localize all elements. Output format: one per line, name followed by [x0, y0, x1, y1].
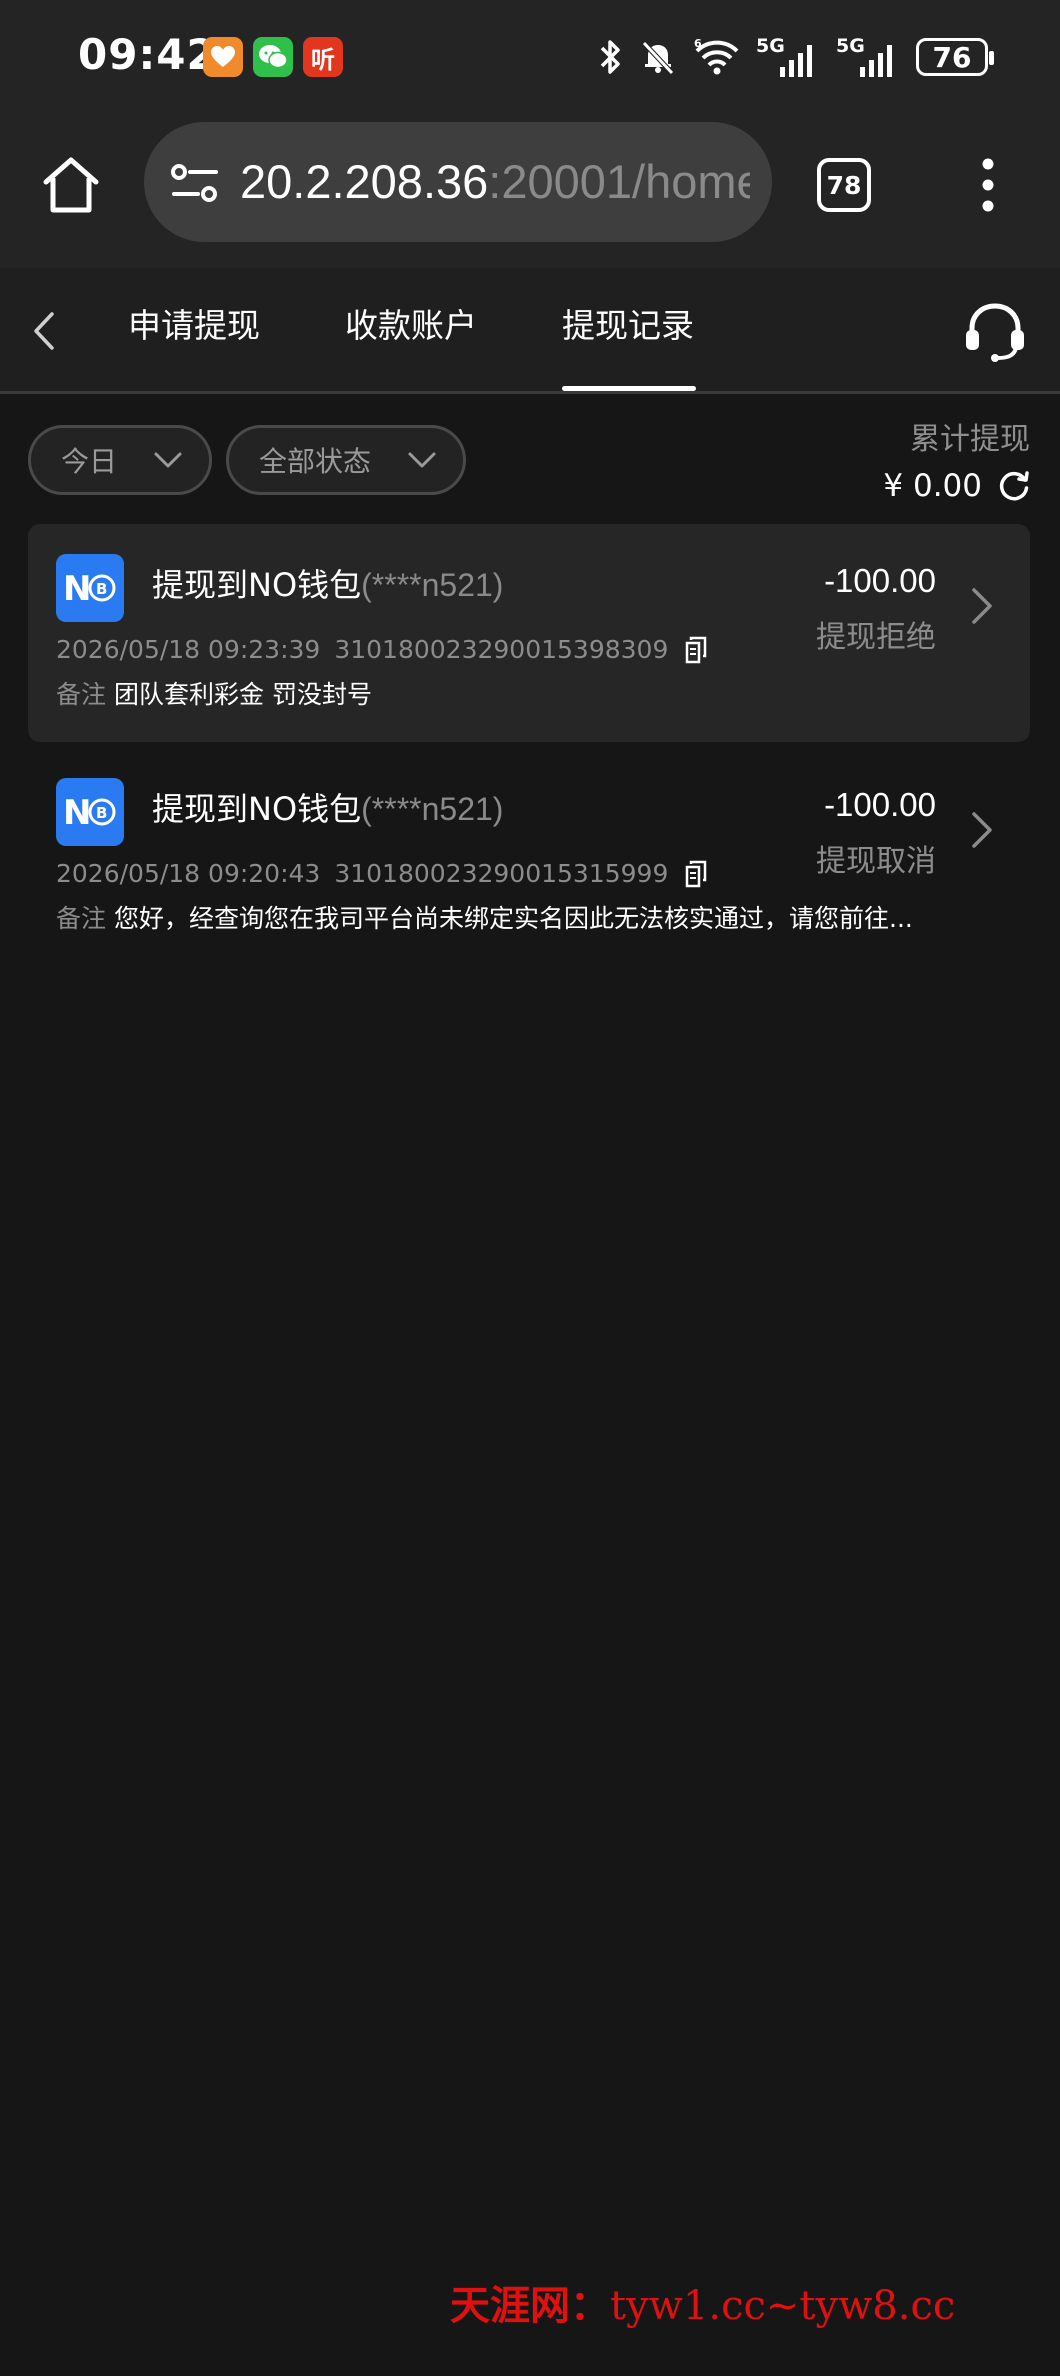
app-nav: 申请提现 收款账户 提现记录: [0, 268, 1060, 394]
record-meta: 2026/05/18 09:23:39 31018002329001539830…: [56, 634, 708, 666]
record-title: 提现到NO钱包(****n521): [152, 564, 503, 606]
record-meta: 2026/05/18 09:20:43 31018002329001531599…: [56, 858, 708, 890]
record-title: 提现到NO钱包(****n521): [152, 788, 503, 830]
refresh-icon[interactable]: [996, 468, 1032, 504]
tab-switcher-button[interactable]: 78: [817, 158, 871, 212]
tab-withdrawal-records[interactable]: 提现记录: [562, 304, 694, 348]
wechat-icon: [253, 37, 293, 77]
url-path: :20001/home: [488, 156, 750, 208]
record-account: (****n521): [361, 791, 504, 827]
url-host: 20.2.208.36: [240, 156, 489, 208]
back-arrow-icon[interactable]: [26, 308, 62, 354]
watermark-site-name: 天涯网：: [450, 2282, 610, 2329]
battery-icon: 76: [916, 38, 994, 76]
watermark-url: tyw1.cc~tyw8.cc: [610, 2283, 956, 2329]
watermark: 天涯网：tyw1.cc~tyw8.cc: [450, 2280, 955, 2332]
listen-app-icon: 听: [303, 37, 343, 77]
svg-text:B: B: [96, 580, 107, 598]
record-id: 310180023290015398309: [334, 635, 669, 664]
record-note-label: 备注: [56, 680, 107, 709]
heart-app-icon: [203, 37, 243, 77]
bell-muted-icon: [642, 41, 674, 75]
no-wallet-logo-icon: N B: [56, 554, 124, 622]
url-text[interactable]: 20.2.208.36:20001/home: [240, 156, 750, 208]
record-destination: 提现到NO钱包: [152, 566, 362, 604]
signal-icon-1: 5G: [756, 35, 822, 79]
wifi-icon: 6: [694, 37, 739, 75]
svg-text:N: N: [63, 793, 91, 832]
copy-icon[interactable]: [684, 860, 708, 888]
withdrawal-record[interactable]: N B 提现到NO钱包(****n521) 2026/05/18 09:20:4…: [28, 748, 1030, 948]
record-note-label: 备注: [56, 904, 107, 933]
active-tab-indicator: [562, 386, 696, 391]
tab-count: 78: [826, 170, 862, 200]
chevron-right-icon[interactable]: [970, 586, 994, 626]
record-amount: -100.00: [824, 786, 936, 823]
svg-text:N: N: [63, 569, 91, 608]
chevron-down-icon: [408, 452, 436, 468]
battery-level: 76: [932, 40, 972, 74]
status-filter-label: 全部状态: [259, 445, 372, 478]
record-amount: -100.00: [824, 562, 936, 599]
record-note: 备注 团队套利彩金 罚没封号: [56, 678, 956, 712]
status-filter-dropdown[interactable]: 全部状态: [226, 425, 466, 495]
tab-payment-account[interactable]: 收款账户: [345, 304, 477, 348]
total-withdrawn-label: 累计提现: [910, 422, 1030, 457]
status-time: 09:42: [78, 30, 217, 79]
total-withdrawn-amount: ¥ 0.00: [883, 468, 982, 504]
chevron-right-icon[interactable]: [970, 810, 994, 850]
record-status: 提现拒绝: [816, 620, 936, 655]
withdrawal-records-page: 09:42 听 6 5G 5G 76 20.2.208.36:20001/hom…: [0, 0, 1060, 2376]
withdrawal-record[interactable]: N B 提现到NO钱包(****n521) 2026/05/18 09:23:3…: [28, 524, 1030, 742]
bluetooth-icon: [600, 40, 620, 74]
svg-text:6: 6: [694, 37, 702, 50]
copy-icon[interactable]: [684, 636, 708, 664]
record-note: 备注 您好，经查询您在我司平台尚未绑定实名因此无法核实通过，请您前往...: [56, 902, 956, 936]
tab-apply-withdrawal[interactable]: 申请提现: [128, 304, 260, 348]
total-withdrawn: ¥ 0.00: [883, 464, 1032, 508]
record-destination: 提现到NO钱包: [152, 790, 362, 828]
no-wallet-logo-icon: N B: [56, 778, 124, 846]
date-filter-dropdown[interactable]: 今日: [28, 425, 212, 495]
svg-text:B: B: [96, 804, 107, 822]
address-bar[interactable]: 20.2.208.36:20001/home: [144, 122, 772, 242]
record-note-text: 团队套利彩金 罚没封号: [114, 680, 372, 709]
customer-service-headset-icon[interactable]: [962, 298, 1028, 364]
status-bar: 09:42 听 6 5G 5G 76: [0, 0, 1060, 118]
browser-toolbar: 20.2.208.36:20001/home 78: [0, 118, 1060, 268]
signal-icon-2: 5G: [836, 35, 902, 79]
status-icons: 6 5G 5G 76: [596, 30, 994, 84]
record-account: (****n521): [361, 567, 504, 603]
site-settings-icon[interactable]: [170, 162, 220, 206]
record-note-text: 您好，经查询您在我司平台尚未绑定实名因此无法核实通过，请您前往...: [114, 904, 913, 933]
chevron-down-icon: [154, 452, 182, 468]
record-status: 提现取消: [816, 844, 936, 879]
date-filter-label: 今日: [61, 445, 118, 478]
record-id: 310180023290015315999: [334, 859, 669, 888]
record-datetime: 2026/05/18 09:23:39: [56, 635, 321, 664]
home-icon[interactable]: [38, 152, 104, 218]
record-datetime: 2026/05/18 09:20:43: [56, 859, 321, 888]
more-menu-icon[interactable]: [968, 154, 1008, 216]
